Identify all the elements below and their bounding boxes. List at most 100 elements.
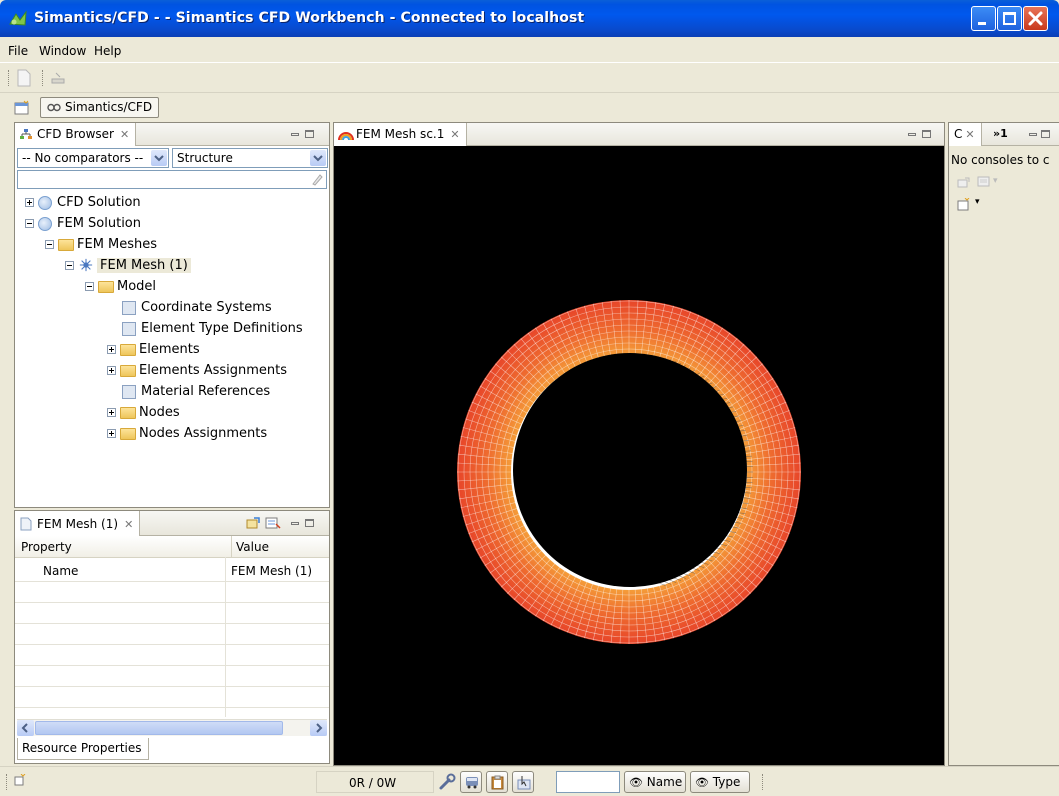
perspective-tab[interactable]: Simantics/CFD <box>40 97 160 118</box>
close-icon[interactable]: ✕ <box>965 128 974 141</box>
close-icon <box>1028 11 1043 26</box>
collapse-icon[interactable] <box>65 261 74 270</box>
collapse-icon[interactable] <box>45 240 54 249</box>
resource-properties-tab[interactable]: Resource Properties <box>17 738 149 760</box>
cfd-browser-tab[interactable]: CFD Browser ✕ <box>15 123 137 146</box>
structure-combo[interactable]: Structure <box>172 148 328 168</box>
tree-item-fem-solution[interactable]: FEM Solution <box>15 214 315 234</box>
close-icon[interactable]: ✕ <box>124 518 133 531</box>
clipboard-button[interactable] <box>486 771 508 793</box>
collapse-icon[interactable] <box>25 219 34 228</box>
tree-item-element-type-definitions[interactable]: Element Type Definitions <box>15 319 315 339</box>
menu-window[interactable]: Window <box>39 44 86 58</box>
tree-item-nodes-assignments[interactable]: Nodes Assignments <box>15 424 315 444</box>
mesh-hole <box>513 353 747 587</box>
tree-item-elements[interactable]: Elements <box>15 340 315 360</box>
minimize-view-icon[interactable] <box>1029 132 1037 136</box>
console-tab[interactable]: C ✕ <box>949 123 982 146</box>
fast-view-icon[interactable] <box>14 774 26 786</box>
table-row[interactable]: Name FEM Mesh (1) <box>15 561 329 581</box>
save-icon[interactable] <box>50 71 66 85</box>
name-button[interactable]: 👁 Name <box>624 771 686 793</box>
close-icon[interactable]: ✕ <box>450 128 459 141</box>
tree-item-material-references[interactable]: Material References <box>15 382 315 402</box>
tree-item-cfd-solution[interactable]: CFD Solution <box>15 193 315 213</box>
minimize-button[interactable] <box>971 6 996 31</box>
expand-icon[interactable] <box>107 345 116 354</box>
column-header-value[interactable]: Value <box>236 540 269 554</box>
expand-icon[interactable] <box>107 429 116 438</box>
pin-icon[interactable] <box>245 516 261 530</box>
new-file-icon[interactable] <box>16 69 32 87</box>
display-console-icon[interactable] <box>977 176 991 189</box>
toolbar-grip-2 <box>42 70 44 86</box>
horizontal-scrollbar[interactable] <box>17 719 327 736</box>
maximize-view-icon[interactable] <box>305 519 314 527</box>
scroll-right-button[interactable] <box>310 720 327 736</box>
property-name: Name <box>43 564 79 578</box>
minimize-view-icon[interactable] <box>291 521 299 525</box>
maximize-button[interactable] <box>997 6 1022 31</box>
view-overflow-button[interactable]: »1 <box>993 127 1008 140</box>
chevron-down-icon[interactable]: ▾ <box>993 176 998 186</box>
bus-button[interactable] <box>460 771 482 793</box>
type-button[interactable]: 👁 Type <box>690 771 750 793</box>
collapse-icon[interactable] <box>85 282 94 291</box>
tree-icon <box>20 129 32 139</box>
view-controls <box>291 127 314 140</box>
menu-help[interactable]: Help <box>94 44 121 58</box>
clipboard-icon <box>491 775 504 790</box>
mesh-editor-header: FEM Mesh sc.1 ✕ <box>334 123 944 146</box>
chevron-down-icon[interactable] <box>151 150 167 166</box>
wrench-icon[interactable] <box>438 773 456 791</box>
tree-item-fem-meshes[interactable]: FEM Meshes <box>15 235 315 255</box>
folder-icon <box>120 365 136 377</box>
comparator-combo[interactable]: -- No comparators -- <box>17 148 169 168</box>
status-grip <box>6 774 8 790</box>
filter-input[interactable] <box>17 170 327 189</box>
maximize-view-icon[interactable] <box>1041 130 1050 138</box>
clear-filter-icon[interactable] <box>311 173 323 186</box>
tree-item-fem-mesh-1[interactable]: FEM Mesh (1) <box>15 256 315 276</box>
chevron-down-icon[interactable]: ▾ <box>975 197 980 207</box>
expand-icon[interactable] <box>25 198 34 207</box>
menu-file[interactable]: File <box>8 44 28 58</box>
pin-console-icon[interactable] <box>957 177 971 189</box>
row-line <box>15 665 329 666</box>
pointer-button[interactable] <box>512 771 534 793</box>
row-line <box>15 686 329 687</box>
cfd-browser-view: CFD Browser ✕ -- No comparators -- Struct… <box>14 122 330 508</box>
document-icon <box>122 301 136 315</box>
chevron-down-icon[interactable] <box>310 150 326 166</box>
status-search-input[interactable] <box>556 771 620 793</box>
column-header-property[interactable]: Property <box>21 540 72 554</box>
minimize-view-icon[interactable] <box>908 132 916 136</box>
tree-label: CFD Solution <box>57 195 141 210</box>
resource-properties-label: Resource Properties <box>22 741 142 755</box>
tree-item-elements-assignments[interactable]: Elements Assignments <box>15 361 315 381</box>
maximize-view-icon[interactable] <box>305 130 314 138</box>
close-window-button[interactable] <box>1023 6 1048 31</box>
view-menu-icon[interactable] <box>265 516 281 530</box>
mesh-viewport[interactable] <box>334 147 944 765</box>
open-console-icon[interactable] <box>957 198 971 211</box>
minimize-view-icon[interactable] <box>291 132 299 136</box>
expand-icon[interactable] <box>107 366 116 375</box>
open-perspective-icon[interactable] <box>14 100 30 116</box>
cfd-browser-title: CFD Browser <box>37 127 114 141</box>
properties-header: FEM Mesh (1) ✕ <box>15 511 329 536</box>
scroll-left-button[interactable] <box>17 720 34 736</box>
close-icon[interactable]: ✕ <box>120 128 129 141</box>
column-line <box>225 557 226 717</box>
tree-item-model[interactable]: Model <box>15 277 315 297</box>
mesh-editor-tab[interactable]: FEM Mesh sc.1 ✕ <box>334 123 467 146</box>
tree-item-coordinate-systems[interactable]: Coordinate Systems <box>15 298 315 318</box>
properties-tab[interactable]: FEM Mesh (1) ✕ <box>15 511 141 536</box>
expand-icon[interactable] <box>107 408 116 417</box>
scroll-thumb[interactable] <box>35 721 283 735</box>
perspective-label: Simantics/CFD <box>65 100 153 114</box>
maximize-view-icon[interactable] <box>922 130 931 138</box>
chevron-right-icon <box>316 723 323 733</box>
tree-item-nodes[interactable]: Nodes <box>15 403 315 423</box>
column-divider[interactable] <box>231 536 232 558</box>
